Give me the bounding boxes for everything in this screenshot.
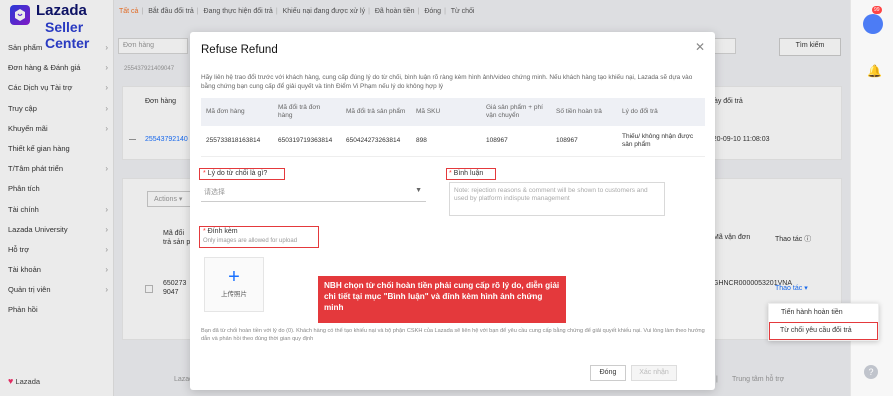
th-price: Giá sản phẩm + phí vận chuyển [481,98,551,126]
chat-icon[interactable] [863,14,883,34]
table-header-row: Mã đơn hàng Mã đổi trả đơn hàng Mã đổi t… [201,98,705,126]
reason-select-value: 请选择 [204,189,225,196]
menu-item-proceed-refund[interactable]: Tiến hành hoàn tiền [769,304,878,322]
modal-description: Hãy liên hệ trao đổi trước với khách hàn… [201,74,693,90]
attach-note: Only images are allowed for upload [203,238,298,244]
th-return-item-id: Mã đổi trả sản phẩm [341,98,411,126]
confirm-button[interactable]: Xác nhận [631,365,677,381]
bell-icon[interactable]: 🔔 [867,64,882,78]
help-icon[interactable]: ? [864,365,878,379]
refund-items-table: Mã đơn hàng Mã đổi trả đơn hàng Mã đổi t… [201,98,705,157]
td-return-reason: Thiếu/ không nhận được sản phẩm [617,126,705,157]
reason-label: * Lý do từ chối là gì? [203,170,268,177]
th-refund-amount: Số tiền hoàn trả [551,98,617,126]
notification-badge: 99 [872,6,882,14]
td-refund-amount: 108967 [551,126,617,157]
modal-footnote: Bạn đã từ chối hoàn tiền với lý do (0). … [201,328,705,342]
comment-label: * Bình luận [449,170,484,177]
attach-label: * Đính kèm [203,228,238,235]
th-return-reason: Lý do đổi trả [617,98,705,126]
menu-item-reject-return[interactable]: Từ chối yêu cầu đổi trả [769,322,878,340]
action-dropdown-menu: Tiến hành hoàn tiền Từ chối yêu cầu đổi … [768,303,879,341]
refuse-refund-modal: Refuse Refund ✕ Hãy liên hệ trao đổi trư… [190,32,715,390]
th-sku: Mã SKU [411,98,481,126]
table-row: 255733818163814 650319719363814 65042427… [201,126,705,157]
attach-label-text: Đính kèm [207,228,238,235]
reason-label-text: Lý do từ chối là gì? [207,170,268,177]
td-return-order-id: 650319719363814 [273,126,341,157]
instruction-annotation: NBH chọn từ chối hoàn tiền phải cung cấp… [318,276,566,323]
td-price: 108967 [481,126,551,157]
upload-photo-button[interactable]: + 上传照片 [204,257,264,312]
caret-down-icon: ▼ [415,187,422,194]
td-sku: 898 [411,126,481,157]
upload-label: 上传照片 [221,291,247,298]
th-order-id: Mã đơn hàng [201,98,273,126]
comment-label-text: Bình luận [453,170,484,177]
reason-select[interactable]: 请选择 ▼ [201,182,426,202]
modal-title: Refuse Refund [201,44,278,56]
td-return-item-id: 650424273263814 [341,126,411,157]
close-button[interactable]: Đóng [590,365,626,381]
th-return-order-id: Mã đổi trả đơn hàng [273,98,341,126]
comment-textarea[interactable]: Note: rejection reasons & comment will b… [449,182,665,216]
plus-icon: + [228,266,240,288]
td-order-id: 255733818163814 [201,126,273,157]
close-icon[interactable]: ✕ [695,40,705,54]
